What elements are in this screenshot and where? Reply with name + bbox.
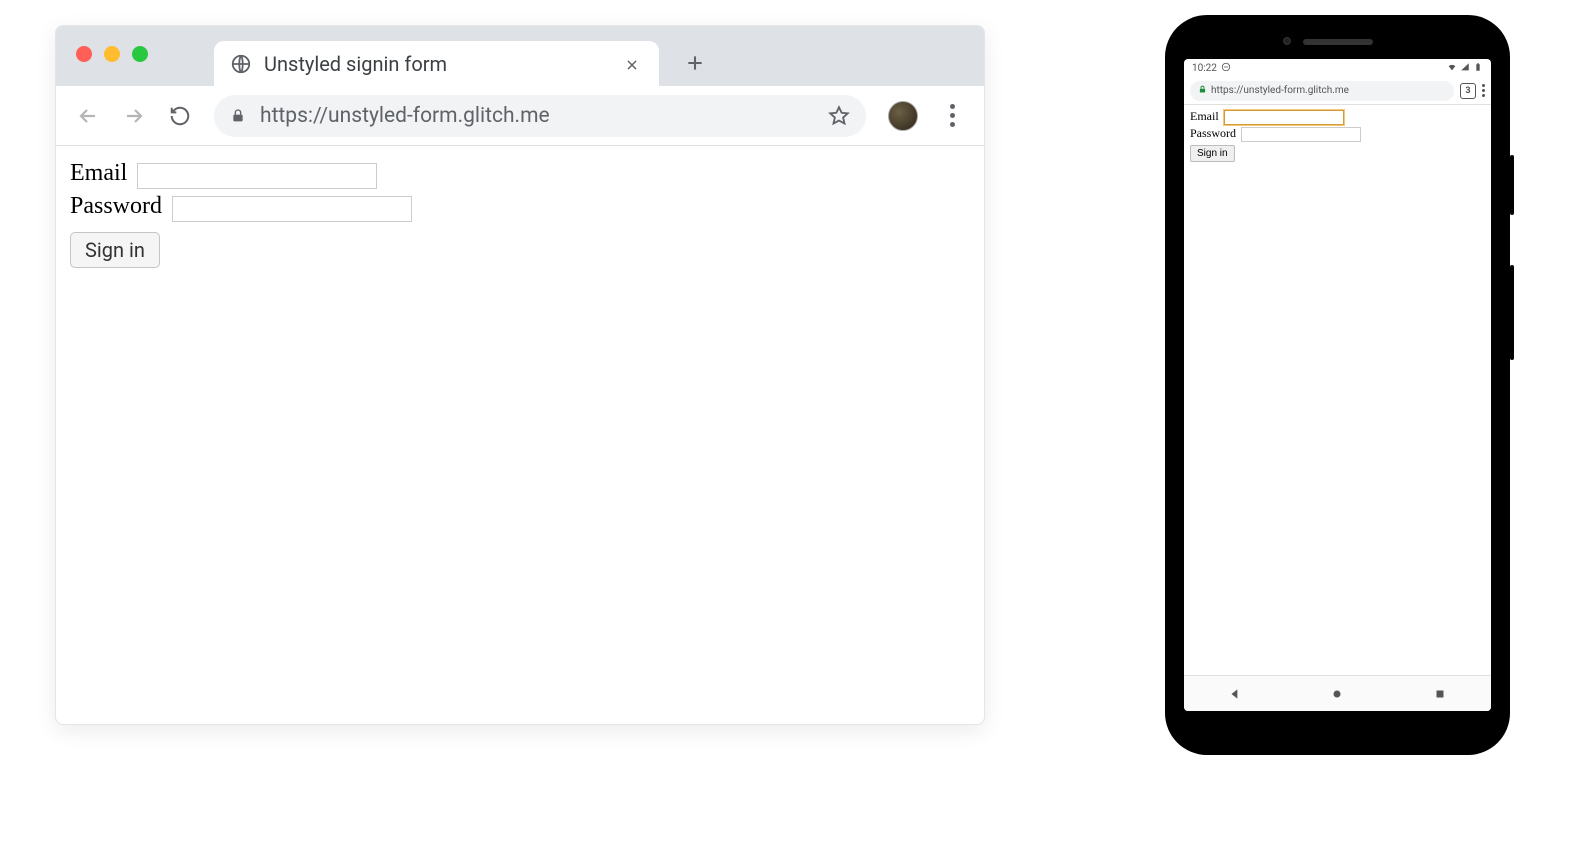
- do-not-disturb-icon: [1221, 62, 1231, 75]
- signin-button[interactable]: Sign in: [70, 232, 160, 268]
- mobile-address-bar[interactable]: https://unstyled-form.glitch.me: [1190, 81, 1454, 101]
- mobile-password-row: Password: [1190, 126, 1485, 142]
- email-input[interactable]: [137, 163, 377, 189]
- phone-speaker: [1303, 39, 1373, 45]
- page-content: Email Password Sign in: [56, 146, 984, 282]
- mobile-url-text: https://unstyled-form.glitch.me: [1211, 85, 1349, 96]
- android-navbar: [1184, 675, 1491, 711]
- battery-icon: [1473, 62, 1483, 75]
- browser-toolbar: https://unstyled-form.glitch.me: [56, 86, 984, 146]
- bookmark-star-icon[interactable]: [828, 105, 850, 127]
- mobile-signin-button[interactable]: Sign in: [1190, 145, 1235, 162]
- address-bar[interactable]: https://unstyled-form.glitch.me: [214, 95, 866, 137]
- phone-volume-button: [1510, 265, 1514, 360]
- password-input[interactable]: [172, 196, 412, 222]
- status-time: 10:22: [1192, 63, 1217, 74]
- email-label: Email: [70, 160, 127, 186]
- email-row: Email: [70, 160, 970, 189]
- minimize-window-button[interactable]: [104, 46, 120, 62]
- reload-button[interactable]: [168, 104, 192, 128]
- nav-recent-button[interactable]: [1433, 687, 1447, 701]
- mobile-page-content: Email Password Sign in: [1184, 105, 1491, 166]
- browser-tab[interactable]: Unstyled signin form: [214, 41, 659, 86]
- close-tab-icon[interactable]: [625, 57, 639, 71]
- maximize-window-button[interactable]: [132, 46, 148, 62]
- mobile-email-label: Email: [1190, 109, 1219, 123]
- tab-switcher-button[interactable]: 3: [1460, 83, 1476, 99]
- profile-avatar[interactable]: [888, 101, 918, 131]
- tab-title: Unstyled signin form: [264, 52, 613, 76]
- password-row: Password: [70, 193, 970, 222]
- forward-button[interactable]: [122, 104, 146, 128]
- lock-icon: [230, 108, 246, 124]
- mobile-email-row: Email: [1190, 109, 1485, 125]
- status-bar: 10:22: [1184, 59, 1491, 77]
- mobile-device-frame: 10:22: [1165, 15, 1510, 755]
- desktop-browser-window: Unstyled signin form https://unstyled-fo…: [55, 25, 985, 725]
- new-tab-button[interactable]: [677, 45, 713, 81]
- url-text: https://unstyled-form.glitch.me: [260, 104, 814, 128]
- mobile-menu-button[interactable]: [1482, 84, 1485, 97]
- nav-home-button[interactable]: [1330, 687, 1344, 701]
- mobile-password-label: Password: [1190, 126, 1236, 140]
- mobile-screen: 10:22: [1184, 59, 1491, 711]
- signal-icon: [1460, 62, 1470, 75]
- phone-power-button: [1510, 155, 1514, 215]
- mobile-password-input[interactable]: [1241, 127, 1361, 142]
- mobile-email-input[interactable]: [1224, 110, 1344, 125]
- phone-camera: [1283, 37, 1291, 45]
- password-label: Password: [70, 193, 162, 219]
- lock-icon: [1198, 85, 1207, 97]
- back-button[interactable]: [76, 104, 100, 128]
- globe-icon: [230, 53, 252, 75]
- wifi-icon: [1447, 62, 1457, 75]
- tab-strip: Unstyled signin form: [56, 26, 984, 86]
- window-controls: [76, 46, 148, 62]
- close-window-button[interactable]: [76, 46, 92, 62]
- mobile-browser-toolbar: https://unstyled-form.glitch.me 3: [1184, 77, 1491, 105]
- nav-back-button[interactable]: [1228, 687, 1242, 701]
- browser-menu-button[interactable]: [940, 104, 964, 127]
